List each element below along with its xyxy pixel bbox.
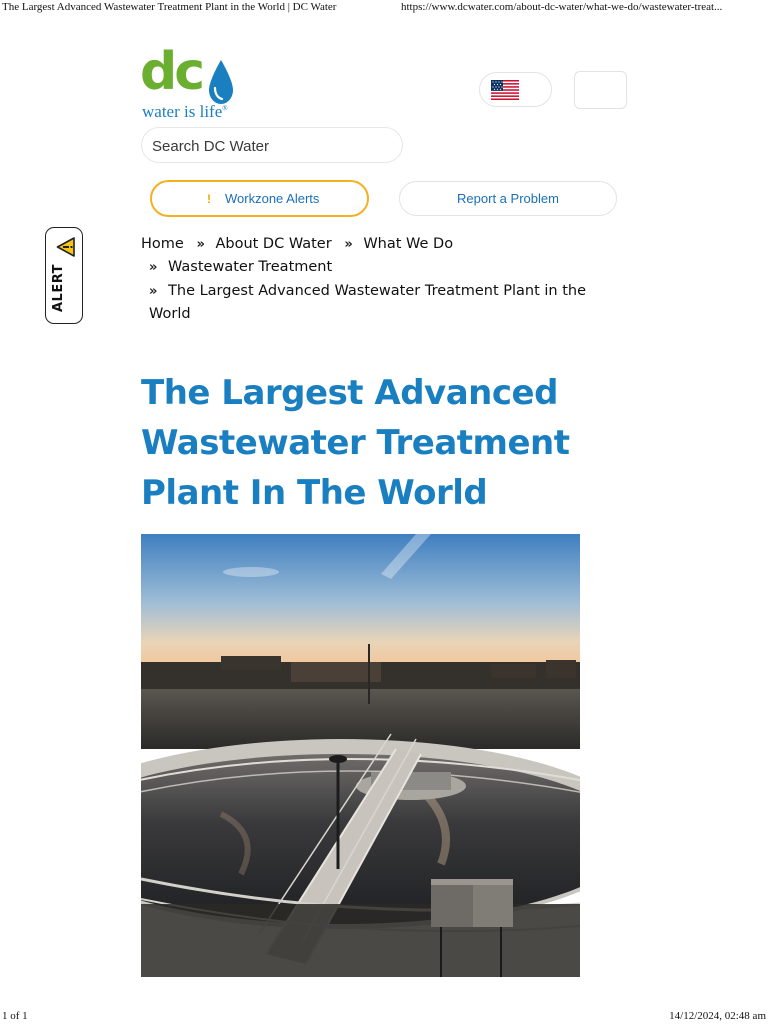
print-page-count: 1 of 1	[2, 1010, 28, 1022]
exclamation-icon: !	[207, 192, 211, 206]
search-box[interactable]	[141, 127, 403, 163]
breadcrumb-wastewater-treatment[interactable]: Wastewater Treatment	[168, 259, 332, 275]
page-title-line-3: Plant In The World	[141, 473, 488, 513]
workzone-alerts-button[interactable]: ! Workzone Alerts	[150, 180, 369, 217]
alert-tab-label: ALERT	[51, 263, 66, 312]
print-header: The Largest Advanced Wastewater Treatmen…	[0, 1, 768, 17]
menu-button[interactable]	[574, 71, 627, 109]
print-timestamp: 14/12/2024, 02:48 am	[669, 1010, 766, 1022]
alert-side-tab[interactable]: ALERT	[45, 227, 83, 324]
page-title-line-1: The Largest Advanced	[141, 373, 558, 413]
page-title: The Largest Advanced Wastewater Treatmen…	[141, 368, 611, 518]
breadcrumb-separator-icon: »	[149, 260, 158, 275]
warning-icon	[56, 237, 75, 257]
treatment-plant-photo	[141, 534, 580, 977]
logo-tagline: water is life®	[142, 102, 228, 121]
page-title-line-2: Wastewater Treatment	[141, 423, 570, 463]
breadcrumb-row-1: Home » About DC Water » What We Do	[141, 236, 453, 252]
breadcrumb-row-2: » Wastewater Treatment	[149, 259, 332, 275]
report-problem-label: Report a Problem	[457, 191, 559, 206]
breadcrumb-current: The Largest Advanced Wastewater Treatmen…	[168, 283, 587, 299]
breadcrumb-about[interactable]: About DC Water	[215, 236, 331, 252]
print-url: https://www.dcwater.com/about-dc-water/w…	[401, 1, 723, 13]
breadcrumb-home[interactable]: Home	[141, 236, 184, 252]
report-problem-button[interactable]: Report a Problem	[399, 181, 617, 216]
dc-water-logo[interactable]: dc water is life®	[140, 42, 240, 126]
print-page-title: The Largest Advanced Wastewater Treatmen…	[2, 1, 337, 13]
breadcrumb-row-3: » The Largest Advanced Wastewater Treatm…	[149, 283, 586, 299]
print-footer: 1 of 1 14/12/2024, 02:48 am	[0, 1010, 768, 1024]
water-drop-icon	[209, 60, 233, 104]
logo-wordmark: dc	[140, 42, 205, 102]
breadcrumb-what-we-do[interactable]: What We Do	[363, 236, 453, 252]
breadcrumb-separator-icon: »	[196, 237, 205, 252]
breadcrumb-current-continued: World	[149, 306, 191, 322]
workzone-alerts-label: Workzone Alerts	[225, 191, 320, 206]
breadcrumb-separator-icon: »	[149, 284, 158, 299]
search-input[interactable]	[152, 135, 392, 157]
hero-image-treatment-plant	[141, 534, 580, 977]
language-selector-button[interactable]	[479, 72, 552, 107]
breadcrumb-row-4: World	[149, 306, 191, 322]
us-flag-icon	[491, 80, 519, 100]
breadcrumb-separator-icon: »	[344, 237, 353, 252]
